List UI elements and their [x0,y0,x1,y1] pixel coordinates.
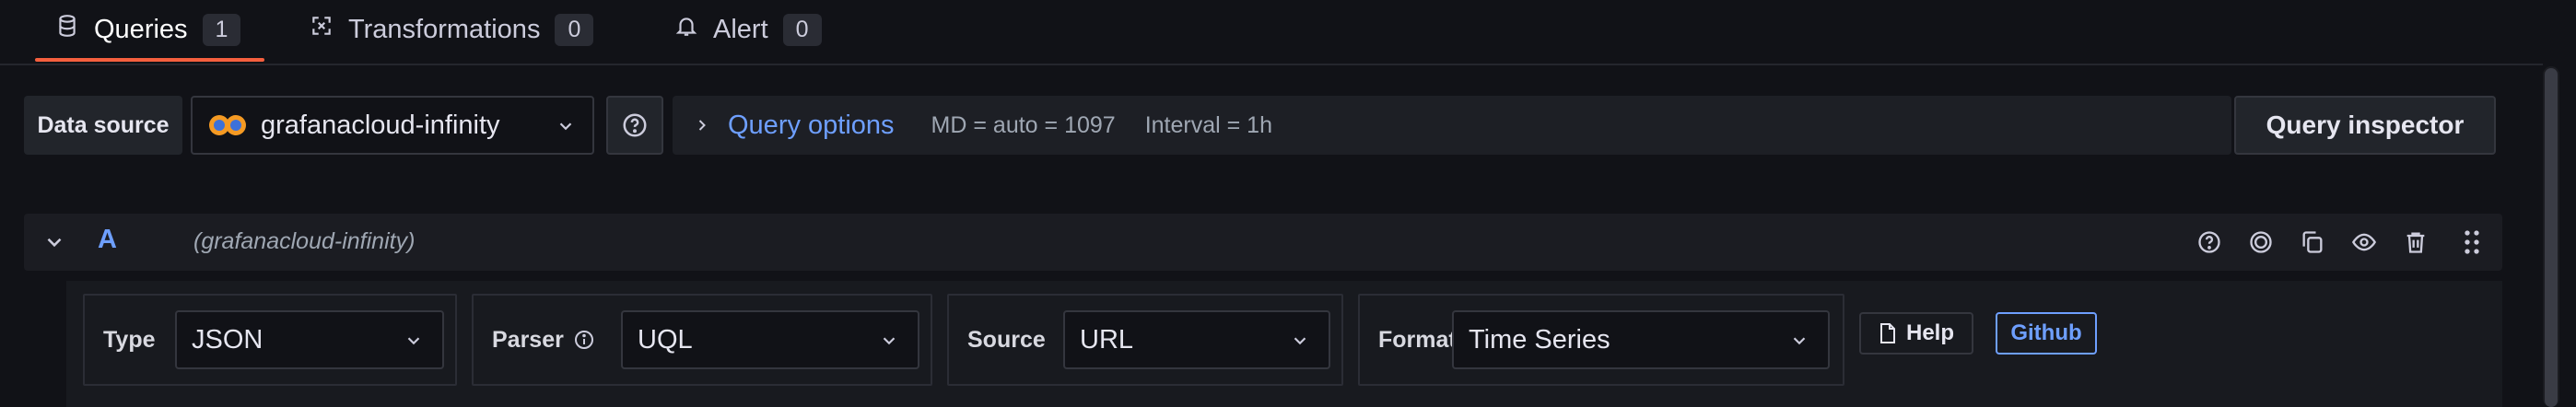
query-help-button[interactable] [2184,214,2235,271]
interval-info: Interval = 1h [1144,111,1272,138]
github-link[interactable]: Github [1996,312,2097,355]
toggle-query-visibility-button[interactable] [2338,214,2390,271]
drag-handle[interactable] [2441,214,2502,271]
query-row-actions [2184,214,2502,271]
parser-label-wrap: Parser [492,327,595,354]
chevron-right-icon [698,120,706,131]
copy-icon [2302,231,2323,253]
query-inspect-button[interactable] [2235,214,2287,271]
max-data-points-info: MD = auto = 1097 [931,111,1116,138]
question-circle-icon [623,113,647,137]
tab-queries[interactable]: Queries 1 [34,0,265,62]
delete-query-button[interactable] [2390,214,2441,271]
bell-icon [674,14,698,45]
chevron-down-icon [559,122,572,131]
chevron-down-icon [407,337,420,345]
format-field: Format Time Series [1358,294,1844,386]
question-circle-icon [2198,231,2220,253]
format-label: Format [1378,326,1457,353]
source-label: Source [967,326,1046,353]
query-row-header: A (grafanacloud-infinity) [24,214,2502,271]
type-select[interactable]: JSON [175,310,444,369]
tab-transformations[interactable]: Transformations 0 [310,0,594,59]
type-label: Type [103,326,156,353]
data-source-help-button[interactable] [606,96,663,155]
data-source-label: Data source [24,96,182,155]
tab-label: Alert [713,14,768,44]
query-ref-id[interactable]: A [98,225,117,255]
help-button[interactable]: Help [1859,312,1973,355]
editor-tabs: Queries 1 Transformations 0 Alert 0 [0,0,2543,65]
type-field: Type JSON [83,294,457,386]
chevron-down-icon [883,337,896,345]
data-source-picker[interactable]: grafanacloud-infinity [191,96,594,155]
info-circle-icon[interactable] [573,329,595,351]
database-icon [55,14,79,45]
tab-count-badge: 0 [555,13,594,46]
data-source-value: grafanacloud-infinity [261,110,500,140]
format-select[interactable]: Time Series [1452,310,1830,369]
infinity-datasource-icon [209,115,246,135]
query-inspector-button[interactable]: Query inspector [2234,96,2496,155]
parser-select[interactable]: UQL [621,310,919,369]
file-icon [1879,323,1895,343]
source-value: URL [1080,324,1134,355]
query-editor-body: Type JSON Parser UQL Source URL Format T… [66,281,2502,407]
source-field: Source URL [947,294,1343,386]
collapse-chevron-icon[interactable] [42,230,66,254]
scrollbar-thumb[interactable] [2545,68,2558,407]
query-options-bar[interactable]: Query options MD = auto = 1097 Interval … [673,96,2231,155]
type-value: JSON [192,324,263,355]
chevron-down-icon [1294,337,1306,345]
query-row-datasource: (grafanacloud-infinity) [193,228,416,254]
target-icon [2250,231,2272,253]
chevron-down-icon [1793,337,1806,345]
parser-label: Parser [492,326,564,353]
eye-icon [2351,233,2377,251]
tab-count-badge: 1 [202,13,241,46]
drag-dots-icon [2465,230,2479,254]
tab-label: Queries [94,14,188,44]
parser-value: UQL [638,324,693,355]
parser-field: Parser UQL [472,294,932,386]
transform-icon [310,14,334,45]
source-select[interactable]: URL [1063,310,1330,369]
tab-alert[interactable]: Alert 0 [674,0,822,59]
tab-label: Transformations [348,14,541,44]
query-options-title[interactable]: Query options [728,110,895,141]
trash-icon [2406,232,2425,253]
tab-count-badge: 0 [782,13,822,46]
duplicate-query-button[interactable] [2287,214,2338,271]
format-value: Time Series [1469,324,1610,355]
help-label: Help [1905,320,1954,345]
